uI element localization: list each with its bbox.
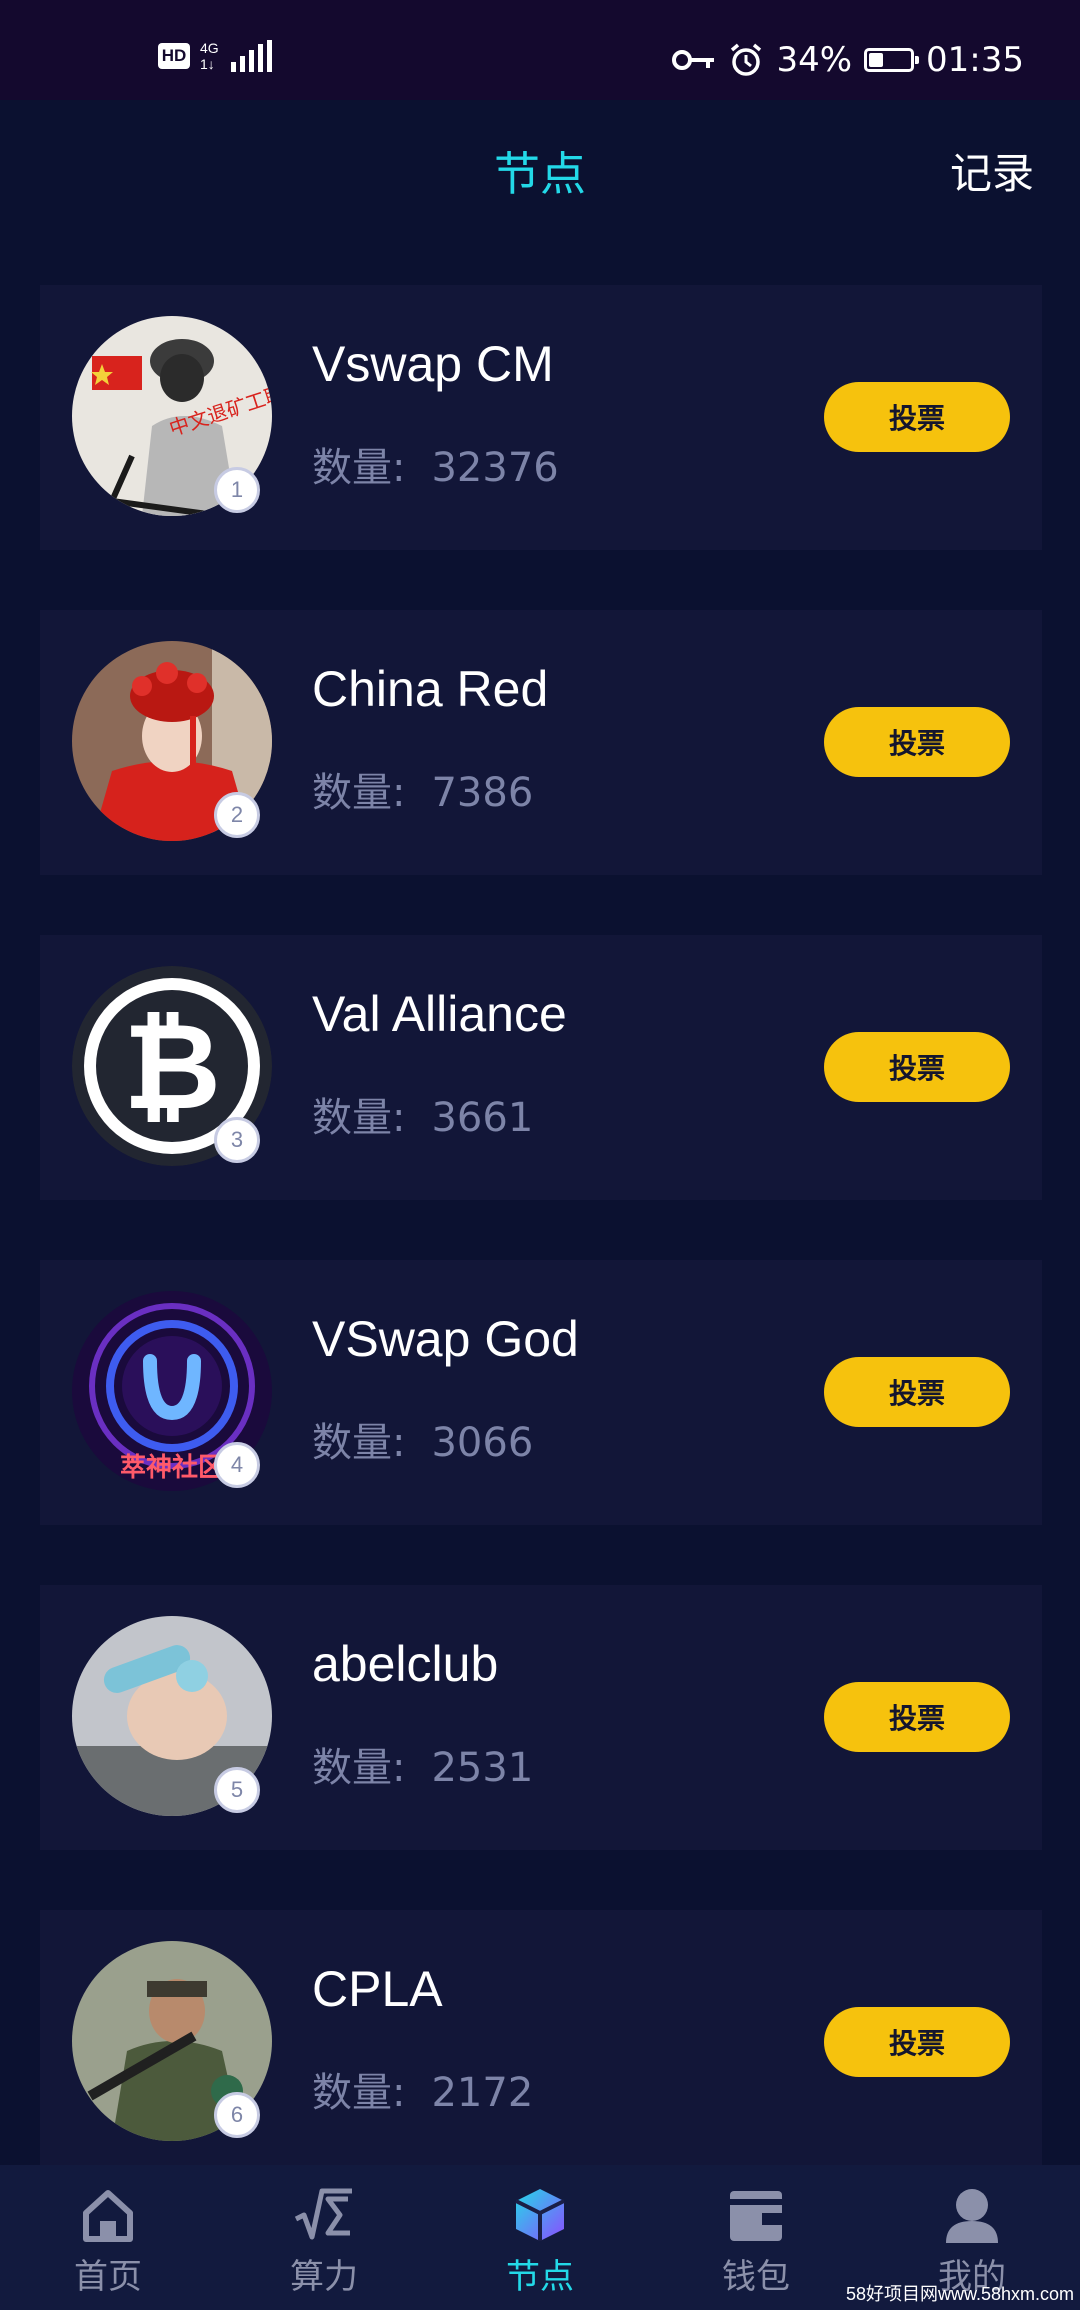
rank-badge: 2	[214, 792, 260, 838]
rank-badge: 4	[214, 1442, 260, 1488]
hd-icon: HD	[158, 43, 190, 69]
count-value: 7386	[431, 770, 534, 816]
battery-percent: 34%	[776, 40, 853, 80]
node-name: Val Alliance	[312, 986, 567, 1042]
watermark: 58好项目网www.58hxm.com	[845, 2284, 1074, 2304]
count-value: 3661	[431, 1095, 534, 1141]
count-value: 32376	[431, 445, 559, 491]
network-activity: 1↓	[200, 56, 215, 72]
status-right: 34% 01:35	[672, 40, 1024, 80]
node-name: abelclub	[312, 1636, 499, 1692]
alarm-icon	[731, 43, 762, 76]
count-label: 数量:	[312, 2070, 406, 2116]
nav-item-nodes[interactable]: 节点	[432, 2165, 648, 2310]
node-count: 数量: 2531	[312, 1735, 533, 1793]
vote-button[interactable]: 投票	[824, 1682, 1010, 1752]
node-count: 数量: 2172	[312, 2060, 533, 2118]
user-icon	[946, 2189, 998, 2243]
cube-icon	[515, 2189, 565, 2241]
vote-button[interactable]: 投票	[824, 382, 1010, 452]
node-name: Vswap CM	[312, 336, 554, 392]
network-indicator: 4G 1↓	[200, 40, 219, 72]
header: 节点 记录	[0, 100, 1080, 230]
nav-item-wallet[interactable]: 钱包	[648, 2165, 864, 2310]
nav-label: 钱包	[722, 2257, 790, 2297]
nav-label: 算力	[290, 2257, 358, 2297]
nav-label: 节点	[506, 2257, 574, 2297]
page-title: 节点	[494, 147, 586, 201]
records-link[interactable]: 记录	[950, 140, 1034, 201]
node-list: 中文退矿工联盟 1 Vswap CM 数量: 32376 投票 2 China …	[40, 285, 1042, 2235]
network-type: 4G	[200, 40, 219, 56]
rank-badge: 5	[214, 1767, 260, 1813]
node-card: 萃神社区 4 VSwap God 数量: 3066 投票	[40, 1260, 1042, 1525]
nav-item-home[interactable]: 首页	[0, 2165, 216, 2310]
count-label: 数量:	[312, 1745, 406, 1791]
signal-icon	[230, 40, 272, 72]
node-card: 2 China Red 数量: 7386 投票	[40, 610, 1042, 875]
node-count: 数量: 3066	[312, 1410, 533, 1468]
rank-badge: 3	[214, 1117, 260, 1163]
count-label: 数量:	[312, 445, 406, 491]
node-name: China Red	[312, 661, 549, 717]
count-label: 数量:	[312, 1420, 406, 1466]
node-count: 数量: 3661	[312, 1085, 533, 1143]
node-name: VSwap God	[312, 1311, 579, 1367]
count-label: 数量:	[312, 1095, 406, 1141]
node-card: 6 CPLA 数量: 2172 投票	[40, 1910, 1042, 2175]
battery-level	[869, 53, 883, 67]
count-label: 数量:	[312, 770, 406, 816]
vote-button[interactable]: 投票	[824, 1357, 1010, 1427]
node-card: 5 abelclub 数量: 2531 投票	[40, 1585, 1042, 1850]
svg-text:₿: ₿	[123, 998, 221, 1137]
status-left: HD 4G 1↓	[158, 40, 272, 72]
vote-button[interactable]: 投票	[824, 707, 1010, 777]
node-count: 数量: 7386	[312, 760, 533, 818]
count-value: 3066	[431, 1420, 534, 1466]
count-value: 2172	[431, 2070, 534, 2116]
node-name: CPLA	[312, 1961, 443, 2017]
key-icon	[672, 50, 715, 70]
node-count: 数量: 32376	[312, 435, 559, 493]
battery-icon	[864, 48, 920, 72]
node-card: 中文退矿工联盟 1 Vswap CM 数量: 32376 投票	[40, 285, 1042, 550]
avatar-caption: 萃神社区	[120, 1452, 224, 1483]
rank-badge: 1	[214, 467, 260, 513]
nav-item-computing-power[interactable]: 算力	[216, 2165, 432, 2310]
sqrt-sigma-icon	[294, 2188, 352, 2240]
vote-button[interactable]: 投票	[824, 1032, 1010, 1102]
node-card: ₿ 3 Val Alliance 数量: 3661 投票	[40, 935, 1042, 1200]
count-value: 2531	[431, 1745, 534, 1791]
clock: 01:35	[926, 40, 1024, 80]
rank-badge: 6	[214, 2092, 260, 2138]
wallet-icon	[730, 2191, 782, 2241]
vote-button[interactable]: 投票	[824, 2007, 1010, 2077]
nav-label: 首页	[74, 2257, 142, 2297]
status-bar: HD 4G 1↓ 34% 01:35	[0, 0, 1080, 100]
home-icon	[83, 2190, 133, 2242]
